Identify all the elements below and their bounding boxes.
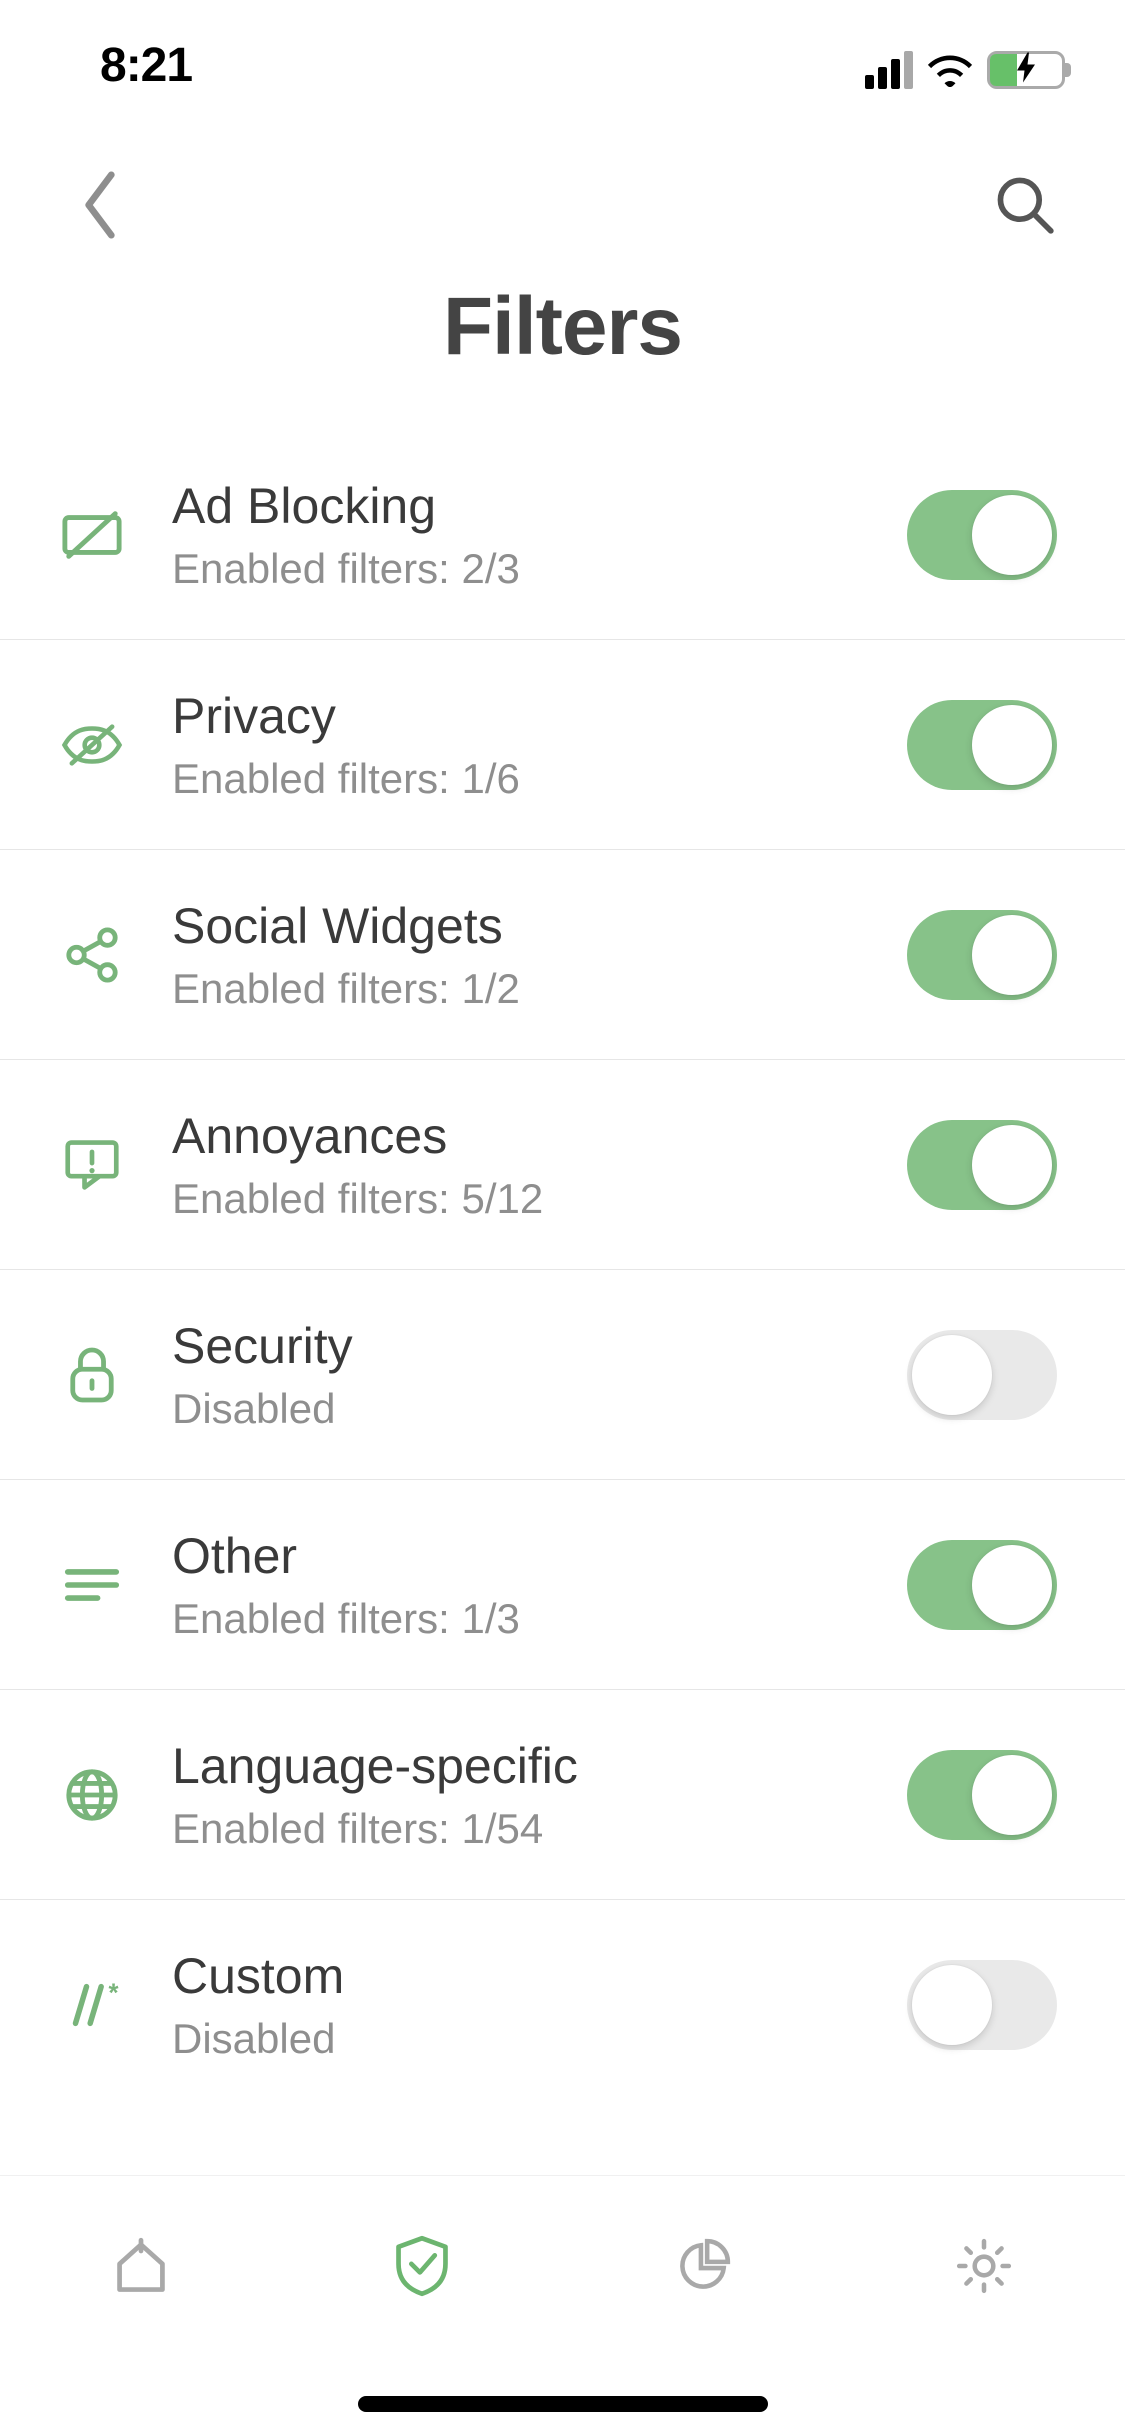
home-icon xyxy=(111,2236,171,2296)
filter-subtitle: Disabled xyxy=(172,1385,907,1433)
status-time: 8:21 xyxy=(100,38,192,93)
security-icon xyxy=(56,1339,128,1411)
filter-row-text: Ad Blocking Enabled filters: 2/3 xyxy=(128,477,907,593)
filter-title: Language-specific xyxy=(172,1737,907,1795)
filter-row-text: Language-specific Enabled filters: 1/54 xyxy=(128,1737,907,1853)
status-bar: 8:21 xyxy=(0,0,1125,140)
filter-row-text: Security Disabled xyxy=(128,1317,907,1433)
tab-settings[interactable] xyxy=(844,2216,1125,2316)
filter-row-custom[interactable]: * Custom Disabled xyxy=(0,1900,1125,2110)
language-icon xyxy=(56,1759,128,1831)
filter-title: Social Widgets xyxy=(172,897,907,955)
back-button[interactable] xyxy=(60,165,140,245)
toggle-annoyances[interactable] xyxy=(907,1120,1057,1210)
filter-subtitle: Enabled filters: 1/54 xyxy=(172,1805,907,1853)
gear-icon xyxy=(953,2235,1015,2297)
search-icon xyxy=(994,174,1056,236)
filter-row-language[interactable]: Language-specific Enabled filters: 1/54 xyxy=(0,1690,1125,1900)
filter-row-text: Other Enabled filters: 1/3 xyxy=(128,1527,907,1643)
pie-chart-icon xyxy=(674,2237,732,2295)
ad-block-icon xyxy=(56,499,128,571)
toggle-social[interactable] xyxy=(907,910,1057,1000)
nav-bar xyxy=(0,140,1125,270)
filter-row-privacy[interactable]: Privacy Enabled filters: 1/6 xyxy=(0,640,1125,850)
filter-row-security[interactable]: Security Disabled xyxy=(0,1270,1125,1480)
filter-title: Annoyances xyxy=(172,1107,907,1165)
other-icon xyxy=(56,1549,128,1621)
toggle-privacy[interactable] xyxy=(907,700,1057,790)
filter-list: Ad Blocking Enabled filters: 2/3 Privacy… xyxy=(0,430,1125,2110)
annoyance-icon xyxy=(56,1129,128,1201)
toggle-language[interactable] xyxy=(907,1750,1057,1840)
status-icons xyxy=(865,51,1065,89)
toggle-security[interactable] xyxy=(907,1330,1057,1420)
filter-title: Privacy xyxy=(172,687,907,745)
filter-row-social[interactable]: Social Widgets Enabled filters: 1/2 xyxy=(0,850,1125,1060)
search-button[interactable] xyxy=(985,165,1065,245)
filter-subtitle: Disabled xyxy=(172,2015,907,2063)
chevron-left-icon xyxy=(81,171,119,239)
tab-home[interactable] xyxy=(0,2216,281,2316)
toggle-custom[interactable] xyxy=(907,1960,1057,2050)
cellular-signal-icon xyxy=(865,51,913,89)
tab-protection[interactable] xyxy=(281,2216,562,2316)
tab-stats[interactable] xyxy=(563,2216,844,2316)
filter-title: Security xyxy=(172,1317,907,1375)
home-indicator[interactable] xyxy=(358,2396,768,2412)
svg-text:*: * xyxy=(109,1983,119,2007)
filter-row-ad-blocking[interactable]: Ad Blocking Enabled filters: 2/3 xyxy=(0,430,1125,640)
social-icon xyxy=(56,919,128,991)
toggle-ad-blocking[interactable] xyxy=(907,490,1057,580)
filter-row-text: Privacy Enabled filters: 1/6 xyxy=(128,687,907,803)
filter-subtitle: Enabled filters: 2/3 xyxy=(172,545,907,593)
filter-subtitle: Enabled filters: 5/12 xyxy=(172,1175,907,1223)
wifi-icon xyxy=(927,53,973,87)
filter-row-text: Custom Disabled xyxy=(128,1947,907,2063)
filter-title: Other xyxy=(172,1527,907,1585)
filter-row-other[interactable]: Other Enabled filters: 1/3 xyxy=(0,1480,1125,1690)
filter-row-text: Social Widgets Enabled filters: 1/2 xyxy=(128,897,907,1013)
custom-icon: * xyxy=(56,1969,128,2041)
filter-row-text: Annoyances Enabled filters: 5/12 xyxy=(128,1107,907,1223)
page-title: Filters xyxy=(0,280,1125,374)
filter-subtitle: Enabled filters: 1/2 xyxy=(172,965,907,1013)
privacy-icon xyxy=(56,709,128,781)
filter-subtitle: Enabled filters: 1/6 xyxy=(172,755,907,803)
filter-subtitle: Enabled filters: 1/3 xyxy=(172,1595,907,1643)
toggle-other[interactable] xyxy=(907,1540,1057,1630)
filter-row-annoyances[interactable]: Annoyances Enabled filters: 5/12 xyxy=(0,1060,1125,1270)
shield-check-icon xyxy=(392,2234,452,2298)
filter-title: Custom xyxy=(172,1947,907,2005)
filter-title: Ad Blocking xyxy=(172,477,907,535)
battery-icon xyxy=(987,51,1065,89)
